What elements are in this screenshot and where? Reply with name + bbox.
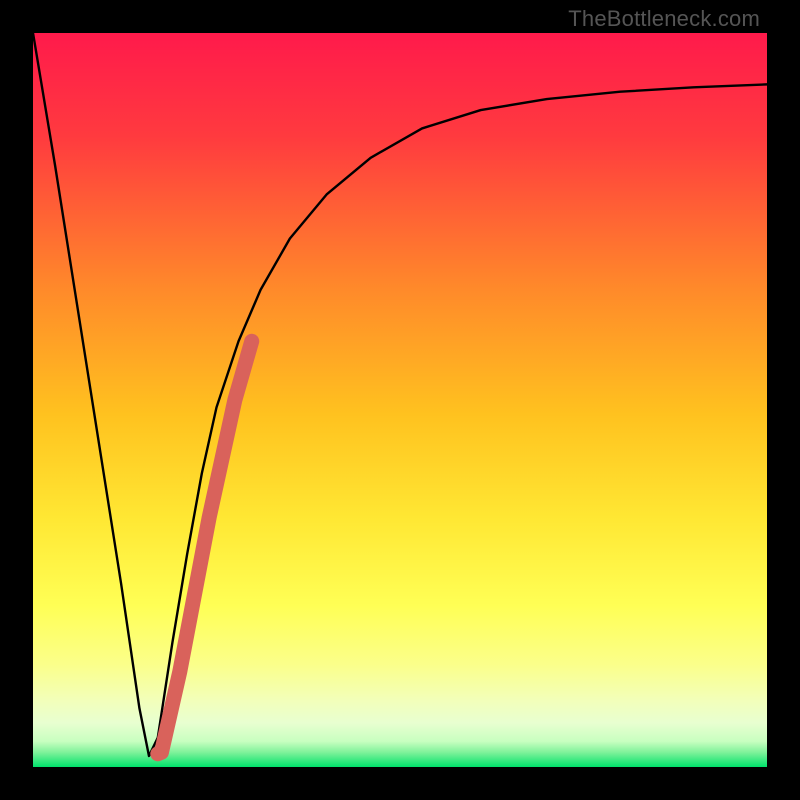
plot-area [33,33,767,767]
outer-black-frame: TheBottleneck.com [0,0,800,800]
watermark-text: TheBottleneck.com [568,6,760,32]
gradient-background [33,33,767,767]
chart-svg [33,33,767,767]
